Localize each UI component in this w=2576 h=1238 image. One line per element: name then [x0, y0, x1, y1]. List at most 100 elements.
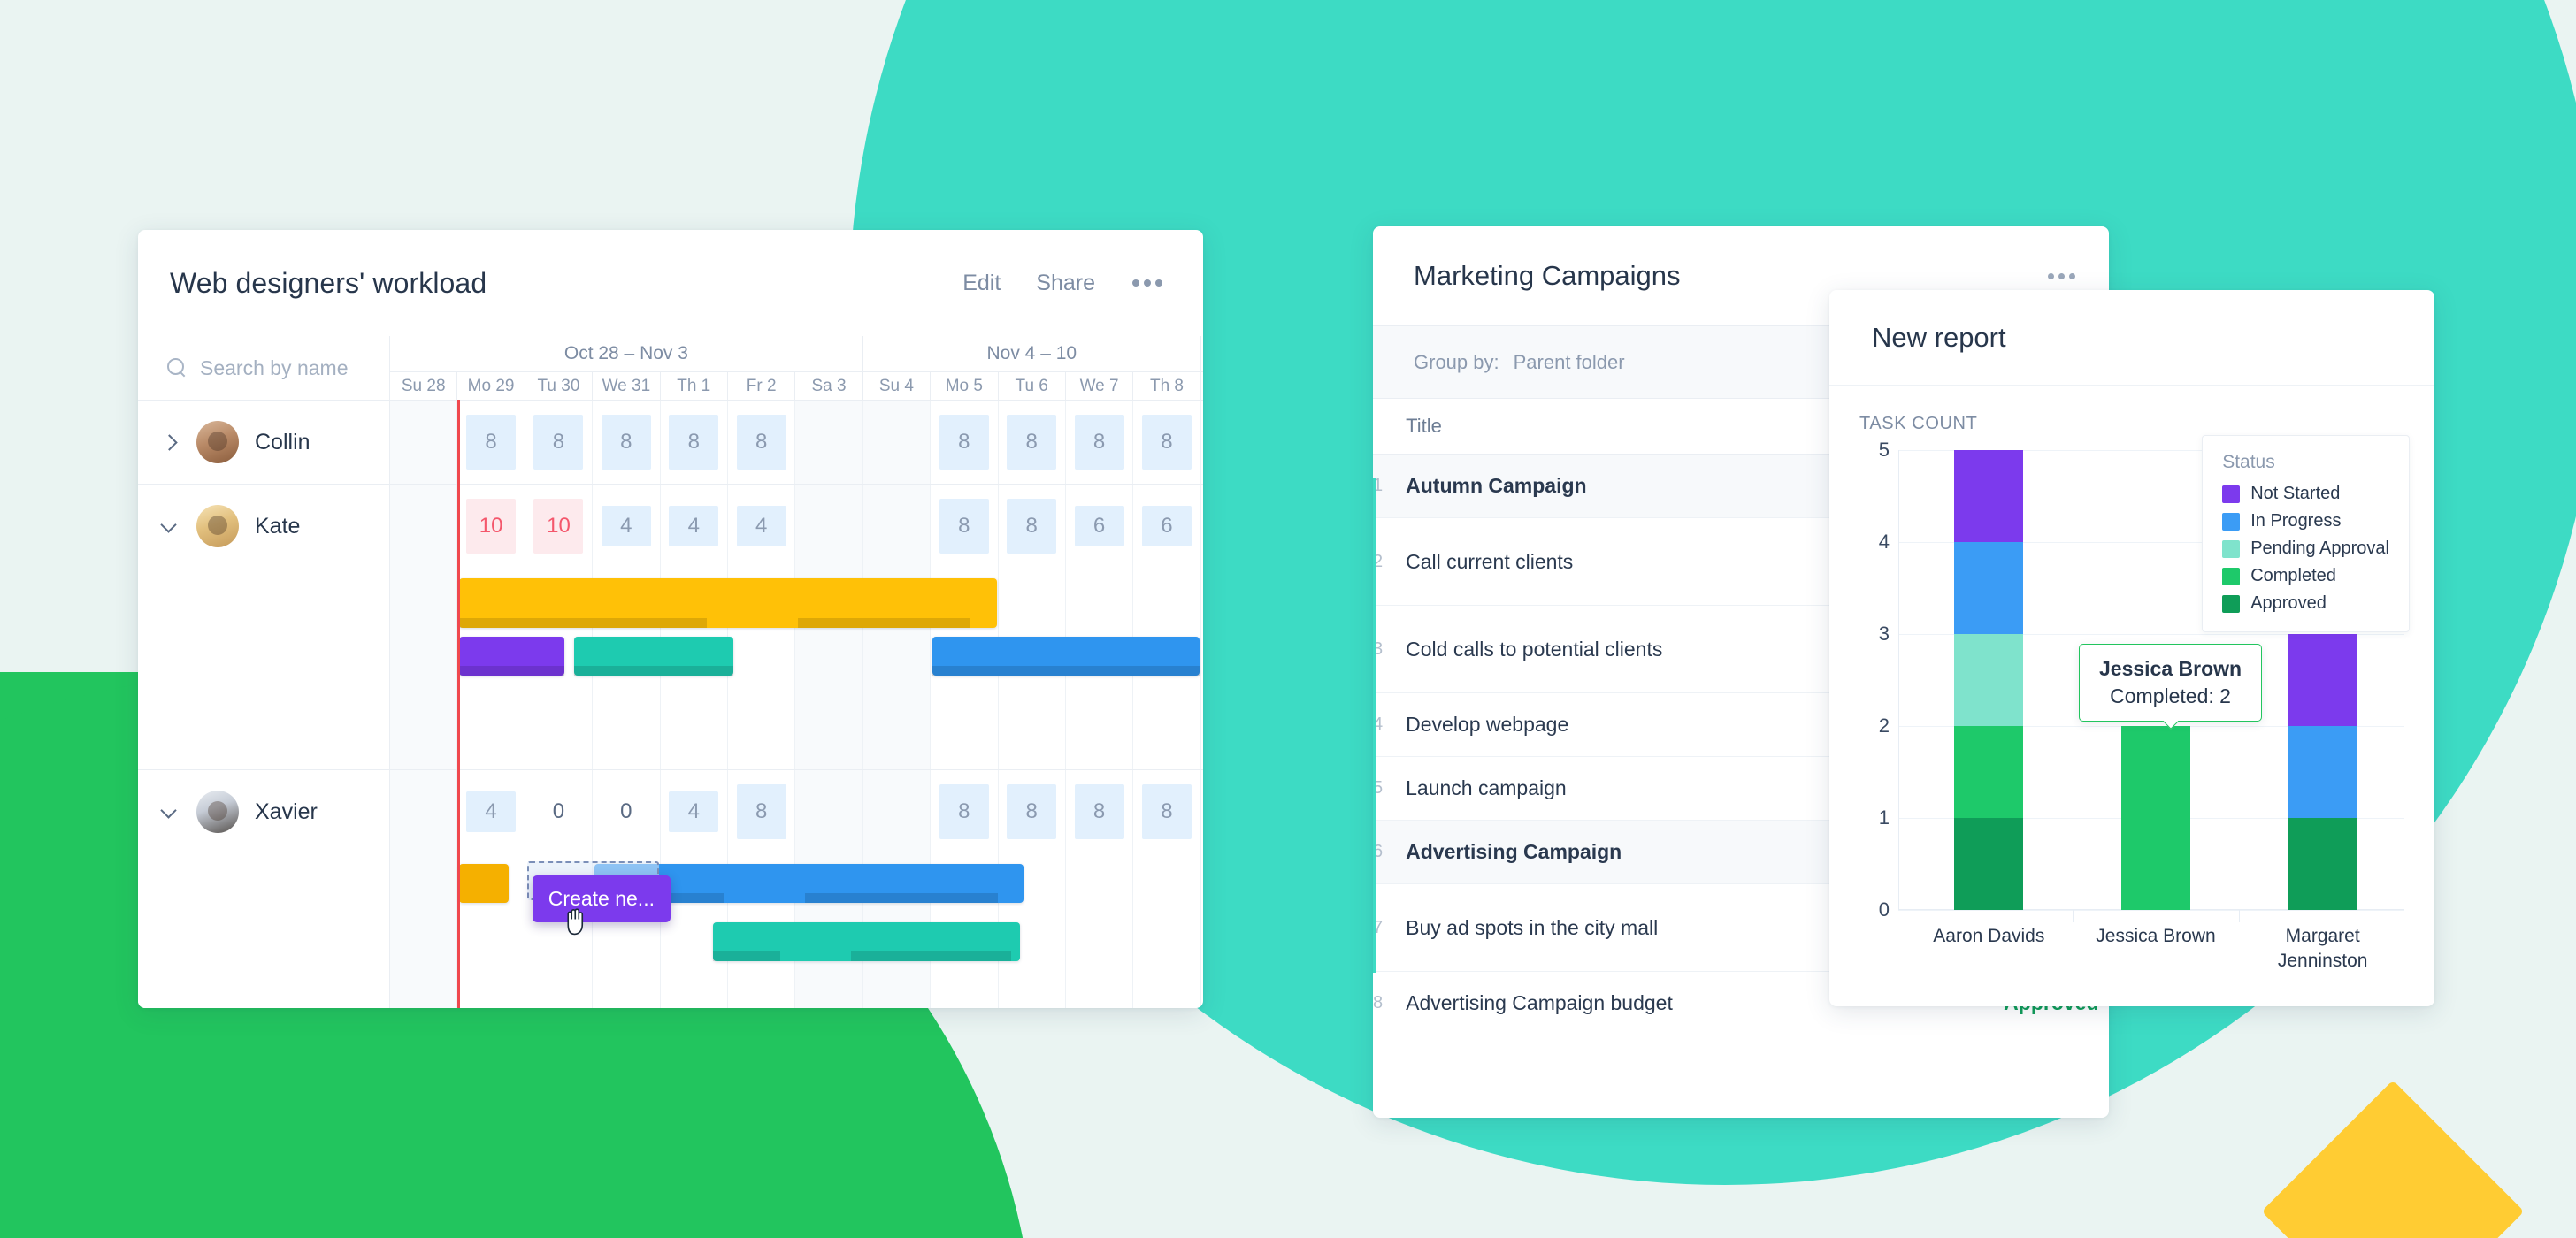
gantt-bar-progress: [712, 951, 781, 961]
timeline-day-8: Mo 5: [931, 372, 999, 400]
person-timeline-collin: 888888888: [390, 401, 1203, 484]
workload-value-11: 8: [1141, 784, 1192, 839]
row-number: 8: [1373, 971, 1384, 1035]
workload-actions: Edit Share: [962, 271, 1164, 296]
timeline-day-0: Su 28: [390, 372, 458, 400]
workload-header: Web designers' workload Edit Share: [138, 230, 1203, 336]
chart-y-tick: 5: [1878, 439, 1890, 461]
timeline-day-3: We 31: [593, 372, 661, 400]
legend-item-not-started[interactable]: Not Started: [2222, 484, 2389, 504]
column-header-number: [1373, 398, 1384, 455]
bar-segment-in-progress[interactable]: [1954, 542, 2024, 634]
gantt-column-11: [1133, 853, 1201, 1008]
timeline-day-7: Su 4: [863, 372, 932, 400]
gantt-bar-0[interactable]: [459, 864, 509, 903]
workload-cell-10: 6: [1066, 485, 1134, 568]
workload-value-2: 8: [533, 415, 584, 470]
bar-segment-completed[interactable]: [1954, 726, 2024, 818]
bar-segment-not-started[interactable]: [2288, 634, 2358, 726]
more-options-icon[interactable]: [1131, 274, 1164, 292]
person-name: Collin: [255, 429, 310, 455]
chevron-down-icon[interactable]: [157, 515, 180, 538]
workload-cell-11: 6: [1133, 485, 1201, 568]
workload-value-8: 8: [939, 415, 989, 470]
legend-item-in-progress[interactable]: In Progress: [2222, 511, 2389, 531]
workload-value-9: 8: [1007, 499, 1057, 554]
workload-cell-9: 8: [999, 770, 1066, 853]
report-card: New report TASK COUNT 0 1 2 3 4 5 Aaron Davids…: [1829, 290, 2434, 1006]
legend-item-approved[interactable]: Approved: [2222, 593, 2389, 614]
group-by-value[interactable]: Parent folder: [1514, 351, 1625, 374]
chart-y-tick: 3: [1878, 623, 1890, 645]
person-cell-collin: Collin: [138, 401, 390, 484]
workload-value-1: 4: [466, 791, 517, 832]
workload-value-4: 8: [669, 415, 719, 470]
bar-segment-completed[interactable]: [2121, 726, 2190, 910]
chart-gridline: [1898, 910, 2404, 911]
workload-cell-4: 4: [661, 770, 728, 853]
legend-swatch: [2222, 567, 2241, 585]
workload-cell-8: 8: [931, 401, 999, 484]
chevron-right-icon[interactable]: [157, 431, 180, 454]
chevron-down-icon[interactable]: [157, 800, 180, 823]
group-by-label: Group by:: [1414, 350, 1499, 373]
chart-x-tick: Jessica Brown: [2096, 926, 2216, 946]
workload-value-8: 8: [939, 499, 989, 554]
workload-cell-2: 0: [525, 770, 594, 853]
legend-label: Approved: [2250, 593, 2327, 613]
workload-header-row: Search by name Oct 28 – Nov 3 Nov 4 – 10 Su…: [138, 336, 1203, 400]
workload-cell-2: 10: [525, 485, 594, 568]
search-icon: [166, 357, 188, 378]
bar-segment-in-progress[interactable]: [2288, 726, 2358, 818]
timeline-day-10: We 7: [1066, 372, 1134, 400]
workload-value-10: 8: [1074, 784, 1124, 839]
workload-value-9: 8: [1007, 784, 1057, 839]
legend-item-completed[interactable]: Completed: [2222, 566, 2389, 586]
gantt-bar-2[interactable]: [574, 637, 733, 676]
timeline-day-1: Mo 29: [457, 372, 525, 400]
chart-x-tick: Aaron Davids: [1933, 926, 2045, 946]
legend-swatch: [2222, 594, 2241, 613]
bar-segment-approved[interactable]: [1954, 818, 2024, 910]
search-input[interactable]: Search by name: [138, 336, 389, 400]
workload-value-4: 4: [669, 506, 719, 546]
chart-y-tick: 0: [1878, 898, 1890, 921]
campaigns-more-options-icon[interactable]: [2048, 272, 2075, 279]
workload-grid: Search by name Oct 28 – Nov 3 Nov 4 – 10 Su…: [138, 336, 1203, 1008]
timeline-header: Oct 28 – Nov 3 Nov 4 – 10 Su 28 Mo 29 Tu 30 W…: [390, 336, 1203, 400]
gantt-area: [390, 568, 1203, 769]
chart-y-axis-title: TASK COUNT: [1859, 414, 1978, 433]
person-name: Kate: [255, 513, 301, 539]
workload-cell-6: [795, 485, 863, 568]
bar-group-0[interactable]: [1954, 450, 2024, 910]
campaigns-title: Marketing Campaigns: [1414, 260, 1681, 291]
report-body: TASK COUNT 0 1 2 3 4 5 Aaron Davids Jessica Bro…: [1829, 386, 2434, 1006]
chart-y-tick: 2: [1878, 715, 1890, 737]
workload-cells: 888888888: [390, 401, 1203, 484]
legend-item-pending-approval[interactable]: Pending Approval: [2222, 539, 2389, 559]
gantt-bar-3[interactable]: [932, 637, 1200, 676]
gantt-bar-progress: [932, 666, 1200, 676]
gantt-bar-2[interactable]: [712, 922, 1021, 961]
edit-button[interactable]: Edit: [962, 271, 1000, 296]
bar-segment-pending-approval[interactable]: [1954, 634, 2024, 726]
chart-x-separator: [2239, 910, 2241, 922]
workload-cell-0: [390, 485, 458, 568]
report-header: New report: [1829, 290, 2434, 386]
chart-y-tick: 1: [1878, 806, 1890, 829]
share-button[interactable]: Share: [1036, 271, 1095, 296]
workload-value-11: 8: [1141, 415, 1192, 470]
create-task-chip[interactable]: Create ne...: [532, 875, 671, 922]
workload-cell-3: 8: [593, 401, 661, 484]
bar-segment-approved[interactable]: [2288, 818, 2358, 910]
workload-cell-2: 8: [525, 401, 594, 484]
workload-cell-4: 8: [661, 401, 728, 484]
workload-value-11: 6: [1141, 506, 1192, 546]
gantt-bar-1[interactable]: [459, 637, 564, 676]
bar-segment-not-started[interactable]: [1954, 450, 2024, 542]
workload-value-3: 0: [620, 799, 632, 823]
gantt-bar-progress: [574, 666, 733, 676]
gantt-bar-0[interactable]: [459, 578, 997, 628]
avatar: [196, 421, 239, 463]
legend-label: Completed: [2250, 566, 2336, 585]
